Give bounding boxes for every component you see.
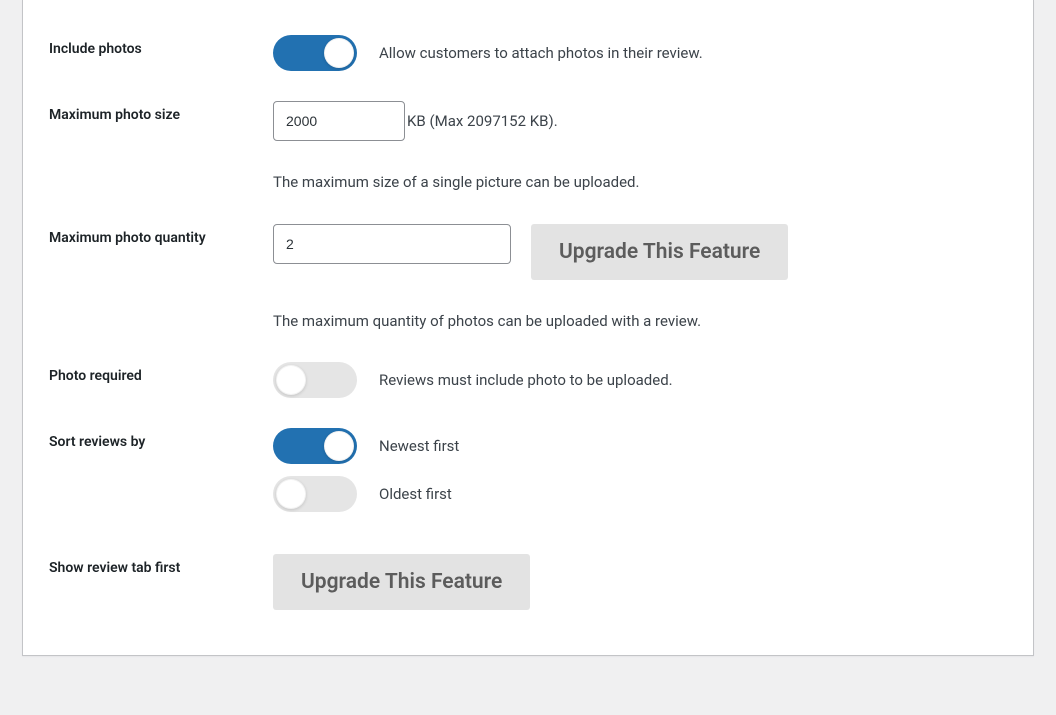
- toggle-knob: [324, 38, 354, 68]
- sort-oldest-toggle[interactable]: [273, 476, 357, 512]
- max-photo-size-input[interactable]: [273, 101, 405, 141]
- include-photos-description: Allow customers to attach photos in thei…: [379, 42, 703, 65]
- toggle-knob: [276, 479, 306, 509]
- max-photo-size-suffix: KB (Max 2097152 KB).: [407, 110, 558, 133]
- photo-required-toggle[interactable]: [273, 362, 357, 398]
- sort-newest-toggle[interactable]: [273, 428, 357, 464]
- toggle-knob: [276, 365, 306, 395]
- toggle-knob: [324, 431, 354, 461]
- upgrade-photo-qty-button[interactable]: Upgrade This Feature: [531, 224, 788, 280]
- photo-required-label: Photo required: [23, 347, 263, 413]
- upgrade-review-tab-button[interactable]: Upgrade This Feature: [273, 554, 530, 610]
- include-photos-label: Include photos: [23, 20, 263, 86]
- max-photo-qty-help: The maximum quantity of photos can be up…: [273, 310, 1003, 333]
- max-photo-size-label: Maximum photo size: [23, 86, 263, 209]
- include-photos-toggle[interactable]: [273, 35, 357, 71]
- show-review-tab-first-label: Show review tab first: [23, 539, 263, 625]
- sort-reviews-label: Sort reviews by: [23, 413, 263, 539]
- photo-required-description: Reviews must include photo to be uploade…: [379, 369, 673, 392]
- settings-form-table: Include photos Allow customers to attach…: [23, 20, 1033, 625]
- max-photo-qty-label: Maximum photo quantity: [23, 209, 263, 348]
- sort-oldest-label: Oldest first: [379, 483, 452, 506]
- max-photo-size-help: The maximum size of a single picture can…: [273, 171, 1003, 194]
- settings-panel: Include photos Allow customers to attach…: [22, 0, 1034, 656]
- max-photo-qty-input[interactable]: [273, 224, 511, 264]
- sort-newest-label: Newest first: [379, 435, 459, 458]
